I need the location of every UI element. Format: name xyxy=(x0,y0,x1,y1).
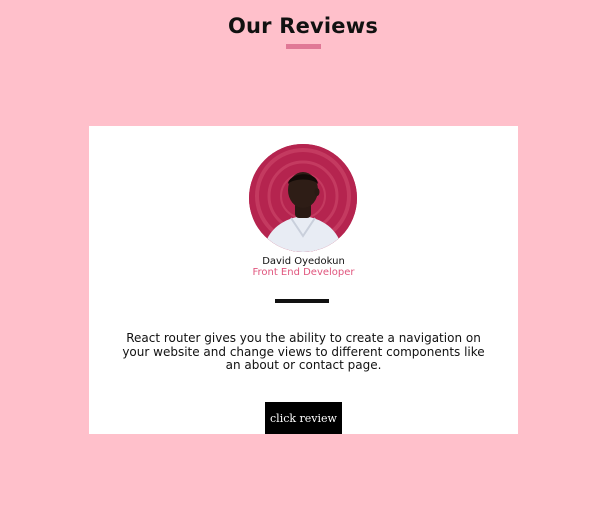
review-text: React router gives you the ability to cr… xyxy=(122,331,485,372)
page-title: Our Reviews xyxy=(227,14,379,38)
divider-bar xyxy=(275,299,329,303)
reviewer-name: David Oyedokun xyxy=(262,256,345,267)
click-review-button[interactable]: click review xyxy=(265,402,342,434)
reviewer-role: Front End Developer xyxy=(252,267,355,278)
avatar xyxy=(249,144,357,252)
review-card: David Oyedokun Front End Developer React… xyxy=(89,126,518,434)
title-underline xyxy=(286,44,321,49)
